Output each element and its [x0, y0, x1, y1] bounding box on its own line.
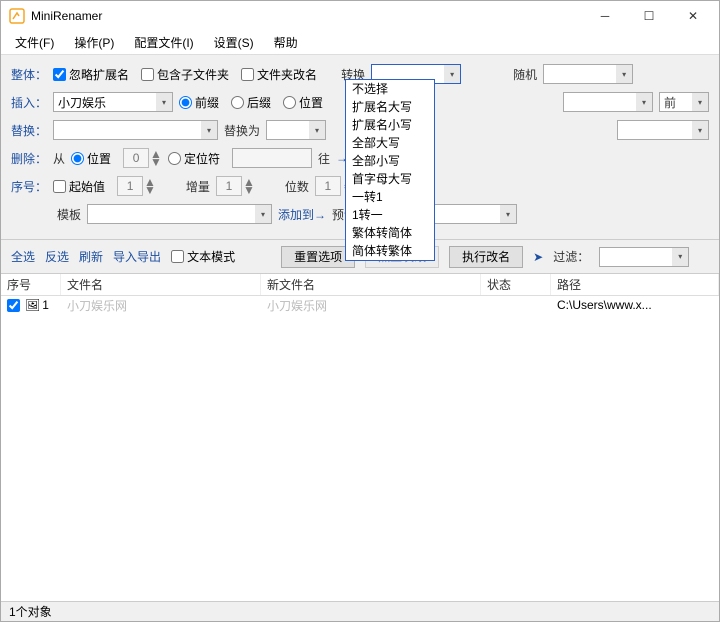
options-panel: 整体： 忽略扩展名 包含子文件夹 文件夹改名 转换 ▾ 随机 ▾ 不选择 扩展名… — [1, 55, 719, 240]
label-muban: 模板 — [57, 206, 81, 223]
check-wenben[interactable]: 文本模式 — [171, 248, 235, 265]
btn-execute[interactable]: 执行改名 — [449, 246, 523, 268]
label-tihuan: 替换： — [11, 122, 47, 139]
label-charu: 插入： — [11, 94, 47, 111]
template-combo[interactable]: ▾ — [87, 204, 272, 224]
th-newname[interactable]: 新文件名 — [261, 274, 481, 295]
spin-inc[interactable]: ▲▼ — [216, 176, 255, 196]
row-name: 小刀娱乐网 — [61, 297, 261, 314]
label-xuhao: 序号： — [11, 178, 47, 195]
th-xuhao[interactable]: 序号 — [1, 274, 61, 295]
row-path: C:\Users\www.x... — [551, 298, 719, 312]
insert-qian-combo[interactable]: 前▾ — [659, 92, 709, 112]
dd-item-5[interactable]: 首字母大写 — [346, 170, 434, 188]
delete-locator-input[interactable] — [232, 148, 312, 168]
th-status[interactable]: 状态 — [481, 274, 551, 295]
label-tihuanwei: 替换为 — [224, 122, 260, 139]
link-daoru[interactable]: 导入导出 — [113, 248, 161, 265]
label-suiji: 随机 — [513, 66, 537, 83]
replace-to[interactable]: ▾ — [266, 120, 326, 140]
check-baohan[interactable]: 包含子文件夹 — [141, 66, 229, 83]
check-wenjianjia[interactable]: 文件夹改名 — [241, 66, 317, 83]
menu-config[interactable]: 配置文件(I) — [128, 32, 199, 53]
maximize-button[interactable]: ☐ — [627, 2, 671, 30]
radio-houzhui[interactable]: 后缀 — [231, 94, 271, 111]
replace-extra[interactable]: ▾ — [617, 120, 709, 140]
label-guolv: 过滤： — [553, 248, 589, 265]
pin-icon[interactable]: ➤ — [533, 250, 543, 264]
file-icon: 🖼 — [25, 298, 40, 312]
dd-item-8[interactable]: 繁体转简体 — [346, 224, 434, 242]
spin-start[interactable]: ▲▼ — [117, 176, 156, 196]
table-row[interactable]: 🖼 1 小刀娱乐网 小刀娱乐网 C:\Users\www.x... — [1, 296, 719, 314]
menu-bar: 文件(F) 操作(P) 配置文件(I) 设置(S) 帮助 — [1, 31, 719, 55]
th-path[interactable]: 路径 — [551, 274, 719, 295]
table-body: 🖼 1 小刀娱乐网 小刀娱乐网 C:\Users\www.x... — [1, 296, 719, 601]
dd-item-3[interactable]: 全部大写 — [346, 134, 434, 152]
dd-item-0[interactable]: 不选择 — [346, 80, 434, 98]
app-icon — [9, 8, 25, 24]
app-title: MiniRenamer — [31, 9, 583, 23]
dd-item-1[interactable]: 扩展名大写 — [346, 98, 434, 116]
btn-reset[interactable]: 重置选项 — [281, 246, 355, 268]
title-bar: MiniRenamer ─ ☐ ✕ — [1, 1, 719, 31]
menu-file[interactable]: 文件(F) — [9, 32, 60, 53]
dd-item-9[interactable]: 简体转繁体 — [346, 242, 434, 260]
status-bar: 1个对象 — [1, 601, 719, 621]
row-idx: 1 — [42, 298, 49, 312]
close-button[interactable]: ✕ — [671, 2, 715, 30]
label-shanchu: 删除： — [11, 150, 47, 167]
dd-item-7[interactable]: 1转一 — [346, 206, 434, 224]
link-quanxuan[interactable]: 全选 — [11, 248, 35, 265]
dd-item-2[interactable]: 扩展名小写 — [346, 116, 434, 134]
replace-from[interactable]: ▾ — [53, 120, 218, 140]
radio-del-weizhi[interactable]: 位置 — [71, 150, 111, 167]
insert-text-combo[interactable]: 小刀娱乐▾ — [53, 92, 173, 112]
label-zhengtai: 整体： — [11, 66, 47, 83]
label-zengliang: 增量 — [186, 178, 210, 195]
label-cong: 从 — [53, 150, 65, 167]
status-text: 1个对象 — [9, 603, 52, 620]
random-dropdown[interactable]: ▾ — [543, 64, 633, 84]
dd-item-6[interactable]: 一转1 — [346, 188, 434, 206]
check-qishizhi[interactable]: 起始值 — [53, 178, 105, 195]
insert-extra-combo[interactable]: ▾ — [563, 92, 653, 112]
dd-item-4[interactable]: 全部小写 — [346, 152, 434, 170]
link-fanxuan[interactable]: 反选 — [45, 248, 69, 265]
link-addto[interactable]: 添加到→ — [278, 206, 326, 223]
radio-weizhi[interactable]: 位置 — [283, 94, 323, 111]
filter-combo[interactable]: ▾ — [599, 247, 689, 267]
th-name[interactable]: 文件名 — [61, 274, 261, 295]
radio-del-dingwei[interactable]: 定位符 — [168, 150, 220, 167]
menu-help[interactable]: 帮助 — [268, 32, 304, 53]
check-hulue[interactable]: 忽略扩展名 — [53, 66, 129, 83]
row-newname: 小刀娱乐网 — [261, 297, 481, 314]
label-wang: 往 — [318, 150, 330, 167]
menu-settings[interactable]: 设置(S) — [208, 32, 260, 53]
spin-pos[interactable]: ▲▼ — [123, 148, 162, 168]
convert-dropdown-list[interactable]: 不选择 扩展名大写 扩展名小写 全部大写 全部小写 首字母大写 一转1 1转一 … — [345, 79, 435, 261]
row-check[interactable] — [7, 299, 20, 312]
label-weishu: 位数 — [285, 178, 309, 195]
minimize-button[interactable]: ─ — [583, 2, 627, 30]
table-header: 序号 文件名 新文件名 状态 路径 — [1, 274, 719, 296]
radio-qianzhui[interactable]: 前缀 — [179, 94, 219, 111]
menu-operate[interactable]: 操作(P) — [68, 32, 120, 53]
link-shuaxin[interactable]: 刷新 — [79, 248, 103, 265]
